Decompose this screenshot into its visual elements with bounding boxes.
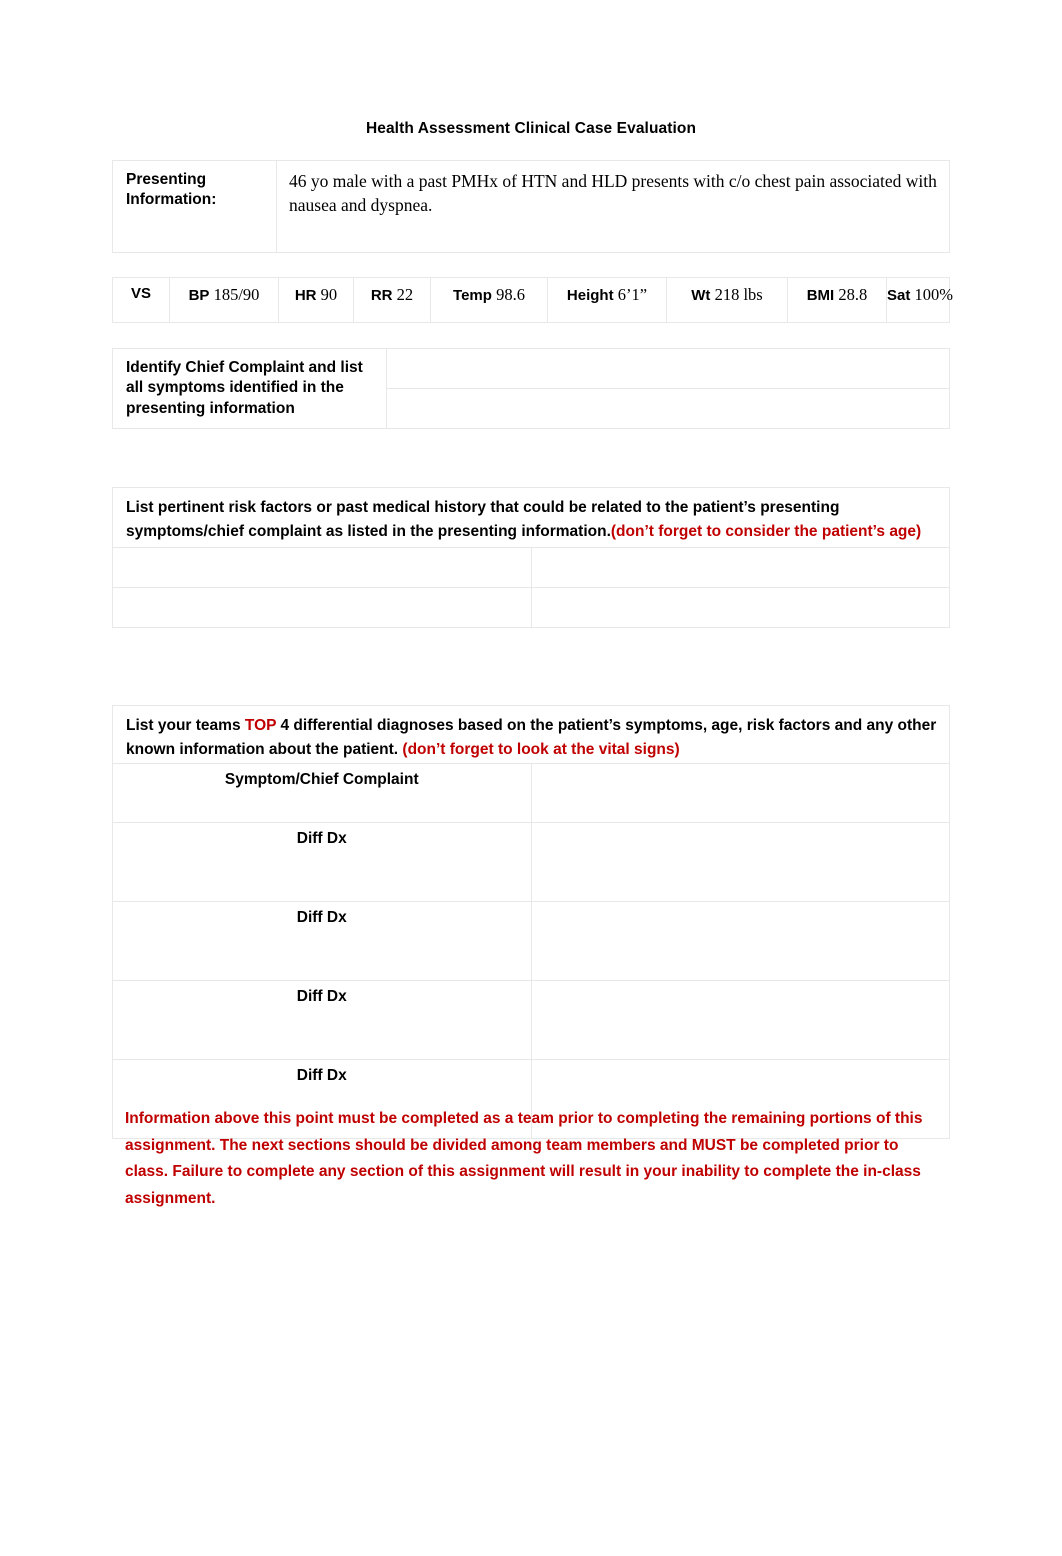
table-row: Diff Dx [112, 901, 950, 982]
vital-temp: Temp 98.6 [453, 285, 525, 304]
vital-cell-bp: BP 185/90 [169, 277, 279, 323]
differential-prompt-highlight: TOP [244, 717, 277, 734]
differential-answer-cell-3[interactable] [530, 980, 950, 1061]
risk-factor-cell-2[interactable] [530, 547, 950, 589]
differential-row-label-cell-2: Diff Dx [112, 901, 532, 982]
vital-cell-hr: HR 90 [278, 277, 354, 323]
presenting-information-label: Presenting Information: [126, 171, 217, 209]
differential-diagnoses-table: List your teams TOP 4 differential diagn… [112, 704, 950, 1140]
vital-cell-bmi: BMI 28.8 [787, 277, 887, 323]
table-row: List your teams TOP 4 differential diagn… [112, 704, 950, 765]
differential-answer-cell-2[interactable] [530, 901, 950, 982]
presenting-information-text-cell: 46 yo male with a past PMHx of HTN and H… [276, 160, 950, 253]
chief-complaint-answer-cell-1[interactable] [386, 348, 950, 389]
risk-factor-cell-1[interactable] [112, 547, 532, 589]
differential-prompt: List your teams TOP 4 differential diagn… [126, 714, 943, 761]
differential-row-label-symptom: Symptom/Chief Complaint [224, 771, 419, 789]
differential-row-label-cell-symptom: Symptom/Chief Complaint [112, 763, 532, 824]
table-row: VS BP 185/90 HR 90 RR 22 Temp 98.6 Heigh… [112, 277, 954, 323]
document-page: Health Assessment Clinical Case Evaluati… [0, 0, 1062, 1556]
vital-sat: Sat 100% [887, 285, 954, 304]
differential-row-label-cell-1: Diff Dx [112, 822, 532, 903]
table-row [112, 587, 950, 629]
risk-factor-cell-4[interactable] [530, 587, 950, 629]
presenting-information-table: Presenting Information: 46 yo male with … [112, 160, 950, 253]
table-row: Diff Dx [112, 980, 950, 1061]
table-row: Symptom/Chief Complaint [112, 763, 950, 824]
table-row: Presenting Information: 46 yo male with … [112, 160, 950, 253]
risk-factors-prompt-red: (don’t forget to consider the patient’s … [610, 522, 922, 540]
chief-complaint-answer-cell-2[interactable] [386, 388, 950, 429]
differential-answer-cell-1[interactable] [530, 822, 950, 903]
chief-complaint-table: Identify Chief Complaint and list all sy… [112, 348, 950, 429]
risk-factors-prompt: List pertinent risk factors or past medi… [126, 496, 939, 543]
table-row: Diff Dx [112, 822, 950, 903]
vital-bmi: BMI 28.8 [806, 285, 868, 304]
vital-cell-height: Height 6’1” [547, 277, 667, 323]
page-title: Health Assessment Clinical Case Evaluati… [365, 120, 697, 137]
chief-complaint-label-cell: Identify Chief Complaint and list all sy… [112, 348, 387, 429]
completion-notice: Information above this point must be com… [125, 1110, 923, 1207]
chief-complaint-label: Identify Chief Complaint and list all sy… [126, 359, 363, 417]
vital-cell-weight: Wt 218 lbs [666, 277, 788, 323]
vital-signs-heading: VS [130, 285, 151, 302]
vital-bp: BP 185/90 [188, 285, 260, 304]
differential-prompt-red: (don’t forget to look at the vital signs… [402, 740, 680, 758]
differential-prompt-cell: List your teams TOP 4 differential diagn… [112, 704, 950, 765]
table-row: List pertinent risk factors or past medi… [112, 486, 950, 549]
vital-cell-rr: RR 22 [353, 277, 431, 323]
vital-signs-heading-cell: VS [112, 277, 170, 323]
vital-cell-temp: Temp 98.6 [430, 277, 548, 323]
differential-row-label-1: Diff Dx [296, 830, 347, 848]
presenting-information-text: 46 yo male with a past PMHx of HTN and H… [289, 171, 937, 215]
differential-answer-cell-symptom[interactable] [530, 763, 950, 824]
vital-signs-table: VS BP 185/90 HR 90 RR 22 Temp 98.6 Heigh… [112, 277, 954, 323]
risk-factors-table: List pertinent risk factors or past medi… [112, 486, 950, 629]
presenting-information-label-cell: Presenting Information: [112, 160, 277, 253]
vital-weight: Wt 218 lbs [691, 285, 763, 304]
risk-factors-prompt-cell: List pertinent risk factors or past medi… [112, 486, 950, 549]
table-row: Identify Chief Complaint and list all sy… [112, 348, 950, 429]
risk-factor-cell-3[interactable] [112, 587, 532, 629]
vital-hr: HR 90 [294, 285, 338, 304]
vital-rr: RR 22 [370, 285, 414, 304]
vital-height: Height 6’1” [566, 285, 648, 304]
differential-row-label-4: Diff Dx [296, 1067, 347, 1085]
vital-cell-sat: Sat 100% [886, 277, 954, 323]
differential-row-label-cell-3: Diff Dx [112, 980, 532, 1061]
differential-row-label-2: Diff Dx [296, 909, 347, 927]
differential-prompt-part1: List your teams [126, 717, 245, 734]
table-row [112, 547, 950, 589]
differential-row-label-3: Diff Dx [296, 988, 347, 1006]
